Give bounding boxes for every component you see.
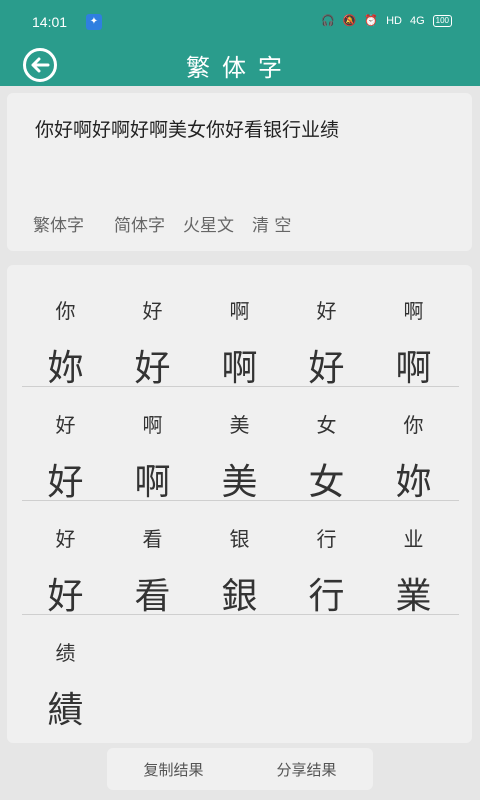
simplified-button[interactable]: 简体字 xyxy=(114,211,165,236)
headset-icon: 🎧 xyxy=(320,15,335,27)
result-card: 你妳 好好 啊啊 好好 啊啊 好好 啊啊 美美 女女 你妳 好好 看看 银銀 行… xyxy=(7,265,472,743)
simplified-char: 你 xyxy=(403,413,424,437)
status-time: 14:01 xyxy=(32,14,68,30)
simplified-char: 看 xyxy=(142,527,163,551)
char-cell: 你妳 xyxy=(370,387,457,503)
simplified-char: 绩 xyxy=(55,641,76,665)
simplified-char: 好 xyxy=(316,299,337,323)
char-cell: 啊啊 xyxy=(370,273,457,389)
traditional-char: 女 xyxy=(308,462,345,503)
input-card: 你好啊好啊好啊美女你好看银行业绩 繁体字 简体字 火星文 清 空 xyxy=(7,93,472,251)
traditional-char: 好 xyxy=(47,462,84,503)
char-cell: 好好 xyxy=(109,273,196,389)
input-text[interactable]: 你好啊好啊好啊美女你好看银行业绩 xyxy=(35,115,339,142)
traditional-char: 妳 xyxy=(47,348,84,389)
clear-button[interactable]: 清 空 xyxy=(252,211,291,236)
char-cell: 女女 xyxy=(283,387,370,503)
traditional-char: 好 xyxy=(47,576,84,617)
simplified-char: 啊 xyxy=(403,299,424,323)
page-title: 繁体字 xyxy=(186,54,294,82)
share-result-button[interactable]: 分享结果 xyxy=(276,759,336,780)
char-cell: 啊啊 xyxy=(196,273,283,389)
result-row: 好好 啊啊 美美 女女 你妳 xyxy=(22,387,459,503)
char-cell: 绩績 xyxy=(22,615,109,731)
char-cell: 啊啊 xyxy=(109,387,196,503)
result-row: 好好 看看 银銀 行行 业業 xyxy=(22,501,459,617)
char-cell: 行行 xyxy=(283,501,370,617)
martian-button[interactable]: 火星文 xyxy=(183,211,234,236)
status-bar: 14:01 ✦ 🎧 🔕 ⏰ HD 4G 100 xyxy=(0,0,480,44)
simplified-char: 银 xyxy=(229,527,250,551)
char-cell: 好好 xyxy=(22,501,109,617)
mode-row: 繁体字 简体字 火星文 清 空 xyxy=(33,211,309,236)
traditional-char: 業 xyxy=(395,576,432,617)
traditional-char: 妳 xyxy=(395,462,432,503)
simplified-char: 好 xyxy=(55,527,76,551)
char-cell: 美美 xyxy=(196,387,283,503)
app-bar: 繁体字 xyxy=(0,44,480,86)
signal-label: 4G xyxy=(409,14,425,27)
copy-result-button[interactable]: 复制结果 xyxy=(143,759,203,780)
traditional-char: 好 xyxy=(134,348,171,389)
simplified-char: 行 xyxy=(316,527,337,551)
traditional-char: 美 xyxy=(221,462,258,503)
simplified-char: 好 xyxy=(142,299,163,323)
char-cell: 看看 xyxy=(109,501,196,617)
traditional-char: 啊 xyxy=(221,348,258,389)
char-cell: 好好 xyxy=(283,273,370,389)
traditional-char: 看 xyxy=(134,576,171,617)
simplified-char: 好 xyxy=(55,413,76,437)
traditional-char: 啊 xyxy=(134,462,171,503)
network-label: HD xyxy=(386,14,402,27)
simplified-char: 业 xyxy=(403,527,424,551)
traditional-char: 啊 xyxy=(395,348,432,389)
char-cell: 你妳 xyxy=(22,273,109,389)
traditional-char: 行 xyxy=(308,576,345,617)
traditional-button[interactable]: 繁体字 xyxy=(33,211,84,236)
simplified-char: 女 xyxy=(316,413,337,437)
traditional-char: 銀 xyxy=(221,576,258,617)
status-indicators: 🎧 🔕 ⏰ HD 4G 100 xyxy=(321,14,452,27)
simplified-char: 你 xyxy=(55,299,76,323)
action-bar: 复制结果 分享结果 xyxy=(107,748,373,790)
simplified-char: 美 xyxy=(229,413,250,437)
simplified-char: 啊 xyxy=(142,413,163,437)
result-row: 你妳 好好 啊啊 好好 啊啊 xyxy=(22,273,459,389)
simplified-char: 啊 xyxy=(229,299,250,323)
mute-icon: 🔕 xyxy=(342,15,357,27)
traditional-char: 好 xyxy=(308,348,345,389)
alarm-icon: ⏰ xyxy=(364,15,379,27)
char-cell: 银銀 xyxy=(196,501,283,617)
result-row: 绩績 xyxy=(22,615,459,731)
traditional-char: 績 xyxy=(47,690,84,731)
battery-icon: 100 xyxy=(432,14,452,27)
app-notification-icon: ✦ xyxy=(86,14,102,30)
char-cell: 好好 xyxy=(22,387,109,503)
char-cell: 业業 xyxy=(370,501,457,617)
